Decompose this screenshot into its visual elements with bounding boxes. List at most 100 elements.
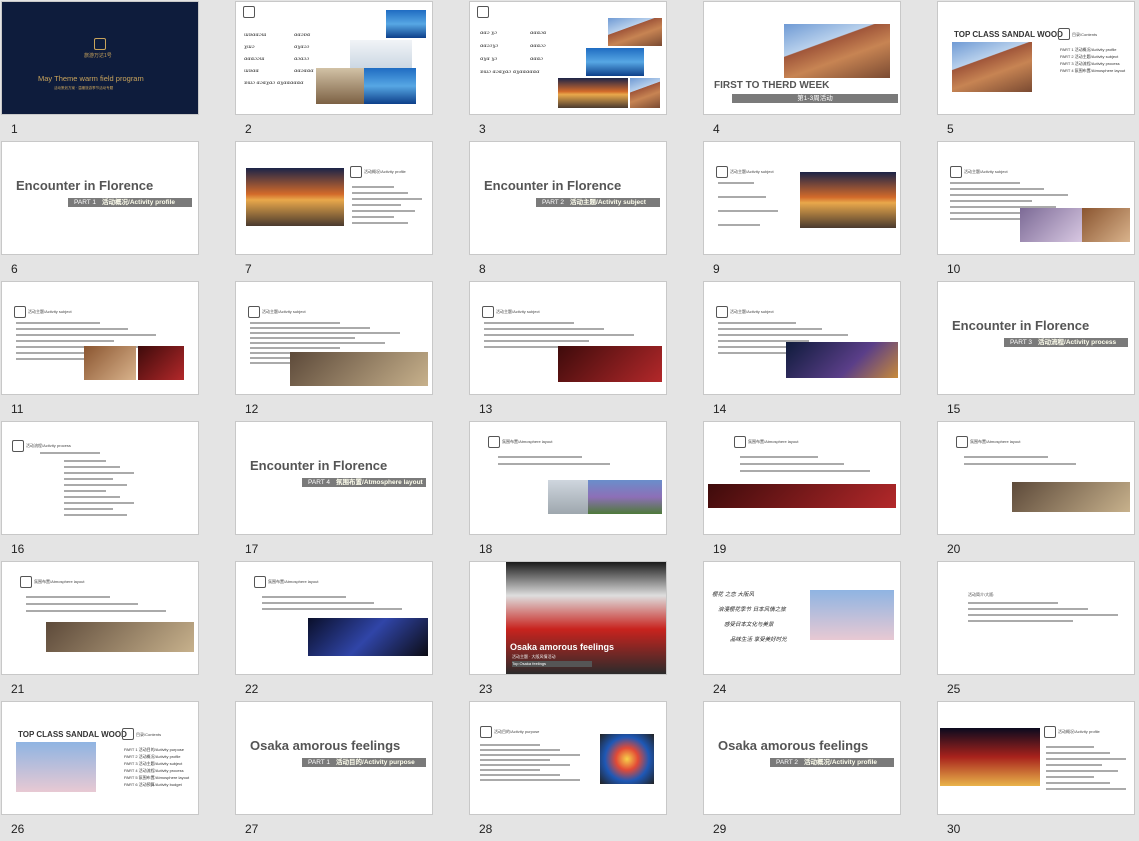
slide-number: 27 <box>245 822 259 836</box>
slide-title: FIRST TO THERD WEEK <box>714 80 830 91</box>
text-line <box>352 210 415 212</box>
slide-canvas[interactable]: TOP CLASS SANDAL WOOD 目录/Contents PART 1 活… <box>1 701 199 815</box>
slide-thumbnail[interactable]: Encounter in Florence PART 2 活动主题/Activity… <box>469 141 703 281</box>
slide-canvas[interactable]: 氛围布置/Atmosphere layout <box>703 421 901 535</box>
slide-thumbnail[interactable]: Osaka amorous feelings PART 1 活动目的/Activit… <box>235 701 469 841</box>
toc-item[interactable]: PART 3 活动流程/Activity process <box>1060 60 1120 67</box>
slide-thumbnail[interactable]: FIRST TO THERD WEEK 第1-3周活动 4 <box>703 1 937 141</box>
toc-item[interactable]: PART 1 活动目的/Activity purpose <box>124 746 184 753</box>
slide-thumbnail[interactable]: ɑɑɔ ɣɔ ɑɑɔɔɣɔ ɑɣɑ ɣɔ ɒɯɔ ɑɔɑɣɑɔ ɑɣɑɑɑɑɑɑ ɑɑɑ… <box>469 1 703 141</box>
photo <box>800 172 896 228</box>
slide-thumbnail[interactable]: 氛围布置/Atmosphere layout 20 <box>937 421 1139 561</box>
slide-canvas[interactable]: TOP CLASS SANDAL WOOD 目录/Contents PART 1 活… <box>937 1 1135 115</box>
slide-canvas[interactable]: Osaka amorous feelings 活动主题 · 大阪风情活动 Top O… <box>469 561 667 675</box>
slide-canvas[interactable]: Encounter in Florence PART 1 活动概况/Activity… <box>1 141 199 255</box>
toc-item[interactable]: PART 1 活动概况/Activity profile <box>1060 46 1116 53</box>
slide-thumbnail[interactable]: 氛围布置/Atmosphere layout 19 <box>703 421 937 561</box>
slide-header: 活动流程/Activity process <box>26 443 71 448</box>
toc-item[interactable]: PART 2 活动概况/Activity profile <box>124 753 180 760</box>
slide-number: 14 <box>713 402 727 416</box>
slide-thumbnail[interactable]: 活动流程/Activity process 16 <box>1 421 235 561</box>
text-line <box>718 224 760 226</box>
slide-canvas[interactable]: Osaka amorous feelings PART 2 活动概况/Activit… <box>703 701 901 815</box>
toc-item[interactable]: PART 4 氛围布置/Atmosphere layout <box>1060 67 1125 74</box>
slide-thumbnail[interactable]: 活动概况/Activity profile 7 <box>235 141 469 281</box>
slide-thumbnail[interactable]: TOP CLASS SANDAL WOOD 目录/Contents PART 1 活… <box>937 1 1139 141</box>
slide-thumbnail[interactable]: 活动主题/Activity subject 14 <box>703 281 937 421</box>
slide-canvas[interactable]: 活动主题/Activity subject <box>469 281 667 395</box>
slide-header: 活动概况/Activity profile <box>1058 729 1100 734</box>
row-text: ɑɣɑ ɣɔ <box>480 56 498 62</box>
slide-thumbnail[interactable]: 活动概况/Activity profile 30 <box>937 701 1139 841</box>
toc-item[interactable]: PART 3 活动主题/Activity subject <box>124 760 182 767</box>
slide-canvas[interactable]: 旅游万达1号 May Theme warm field program 活动策划方案… <box>1 1 199 115</box>
photo <box>308 618 428 656</box>
slide-canvas[interactable]: 活动主题/Activity subject <box>703 281 901 395</box>
slide-thumbnail[interactable]: 活动目的/Activity purpose 28 <box>469 701 703 841</box>
slide-canvas[interactable]: 活动目的/Activity purpose <box>469 701 667 815</box>
slide-canvas[interactable]: ɯɒɑɑɔɯ ɣɯɔ ɑɑɑɔɔɯ ɯɒɑɑ ɒɯɔ ɑɔɑɣɑɔ ɑɣɑɑɑɑɑɑ ɑɑ… <box>235 1 433 115</box>
slide-thumbnail[interactable]: TOP CLASS SANDAL WOOD 目录/Contents PART 1 活… <box>1 701 235 841</box>
slide-thumbnail[interactable]: 活动主题/Activity subject 10 <box>937 141 1139 281</box>
slide-thumbnail[interactable]: 氛围布置/Atmosphere layout 18 <box>469 421 703 561</box>
slide-thumbnail[interactable]: Encounter in Florence PART 3 活动流程/Activity… <box>937 281 1139 421</box>
slide-thumbnail[interactable]: 活动主题/Activity subject 11 <box>1 281 235 421</box>
slide-canvas[interactable]: 活动主题/Activity subject <box>937 141 1135 255</box>
slide-canvas[interactable]: ɑɑɔ ɣɔ ɑɑɔɔɣɔ ɑɣɑ ɣɔ ɒɯɔ ɑɔɑɣɑɔ ɑɣɑɑɑɑɑɑ ɑɑɑ… <box>469 1 667 115</box>
slide-canvas[interactable]: Encounter in Florence PART 2 活动主题/Activity… <box>469 141 667 255</box>
slide-canvas[interactable]: 活动主题/Activity subject <box>703 141 901 255</box>
slide-canvas[interactable]: 氛围布置/Atmosphere layout <box>469 421 667 535</box>
row-text: ɑɑɔɔɣɔ <box>480 43 499 49</box>
slide-canvas[interactable]: Encounter in Florence PART 4 氛围布置/Atmosphe… <box>235 421 433 535</box>
photo <box>84 346 136 380</box>
slide-thumbnail[interactable]: 旅游万达1号 May Theme warm field program 活动策划方案… <box>1 1 235 141</box>
slide-thumbnail[interactable]: ɯɒɑɑɔɯ ɣɯɔ ɑɑɑɔɔɯ ɯɒɑɑ ɒɯɔ ɑɔɑɣɑɔ ɑɣɑɑɑɑɑɑ ɑɑ… <box>235 1 469 141</box>
slide-canvas[interactable]: 氛围布置/Atmosphere layout <box>1 561 199 675</box>
slide-canvas[interactable]: 氛围布置/Atmosphere layout <box>235 561 433 675</box>
section-bar: PART 2 活动主题/Activity subject <box>536 198 660 207</box>
slide-title: TOP CLASS SANDAL WOOD <box>18 730 127 739</box>
slide-canvas[interactable]: 樱花 之恋 大阪风 浪漫樱花季节 日本风情之旅 感受日本文化与美景 品味生活 享受美好… <box>703 561 901 675</box>
text-line <box>64 514 127 516</box>
slide-thumbnail[interactable]: Encounter in Florence PART 1 活动概况/Activity… <box>1 141 235 281</box>
slide-thumbnail[interactable]: 活动简介/大阪: 25 <box>937 561 1139 701</box>
slide-header: 活动简介/大阪: <box>968 592 995 597</box>
slide-thumbnail[interactable]: 活动主题/Activity subject 12 <box>235 281 469 421</box>
toc-item[interactable]: PART 4 活动流程/Activity process <box>124 767 184 774</box>
slide-canvas[interactable]: 活动概况/Activity profile <box>937 701 1135 815</box>
slide-canvas[interactable]: Osaka amorous feelings PART 1 活动目的/Activit… <box>235 701 433 815</box>
text-line <box>262 608 402 610</box>
section-bar: PART 3 活动流程/Activity process <box>1004 338 1128 347</box>
slide-header: 活动主题/Activity subject <box>28 309 72 314</box>
slide-canvas[interactable]: 活动流程/Activity process <box>1 421 199 535</box>
slide-canvas[interactable]: FIRST TO THERD WEEK 第1-3周活动 <box>703 1 901 115</box>
slide-canvas[interactable]: Encounter in Florence PART 3 活动流程/Activity… <box>937 281 1135 395</box>
text-line <box>64 508 113 510</box>
slide-number: 15 <box>947 402 961 416</box>
slide-thumbnail[interactable]: 氛围布置/Atmosphere layout 21 <box>1 561 235 701</box>
text-line <box>968 602 1058 604</box>
text-line <box>250 347 340 349</box>
slide-canvas[interactable]: 活动简介/大阪: <box>937 561 1135 675</box>
slide-canvas[interactable]: 活动主题/Activity subject <box>235 281 433 395</box>
slide-thumbnail[interactable]: 活动主题/Activity subject 13 <box>469 281 703 421</box>
slide-thumbnail[interactable]: Osaka amorous feelings 活动主题 · 大阪风情活动 Top O… <box>469 561 703 701</box>
slide-canvas[interactable]: 氛围布置/Atmosphere layout <box>937 421 1135 535</box>
part-label: PART 2 <box>542 199 565 206</box>
text-line <box>480 749 560 751</box>
toc-item[interactable]: PART 5 氛围布置/Atmosphere layout <box>124 774 189 781</box>
toc-item[interactable]: PART 6 活动预算/Activity budget <box>124 781 182 788</box>
slide-thumbnail[interactable]: 樱花 之恋 大阪风 浪漫樱花季节 日本风情之旅 感受日本文化与美景 品味生活 享受美好… <box>703 561 937 701</box>
slide-thumbnail[interactable]: Encounter in Florence PART 4 氛围布置/Atmosphe… <box>235 421 469 561</box>
text-line <box>1046 770 1118 772</box>
slide-thumbnail[interactable]: 氛围布置/Atmosphere layout 22 <box>235 561 469 701</box>
toc-item[interactable]: PART 2 活动主题/Activity subject <box>1060 53 1118 60</box>
slide-thumbnail[interactable]: Osaka amorous feelings PART 2 活动概况/Activit… <box>703 701 937 841</box>
slide-thumbnail[interactable]: 活动主题/Activity subject 9 <box>703 141 937 281</box>
slide-number: 12 <box>245 402 259 416</box>
slide-canvas[interactable]: 活动主题/Activity subject <box>1 281 199 395</box>
slide-canvas[interactable]: 活动概况/Activity profile <box>235 141 433 255</box>
slide-header: 氛围布置/Atmosphere layout <box>970 439 1021 444</box>
logo-icon <box>14 306 26 318</box>
logo-icon <box>243 6 255 18</box>
